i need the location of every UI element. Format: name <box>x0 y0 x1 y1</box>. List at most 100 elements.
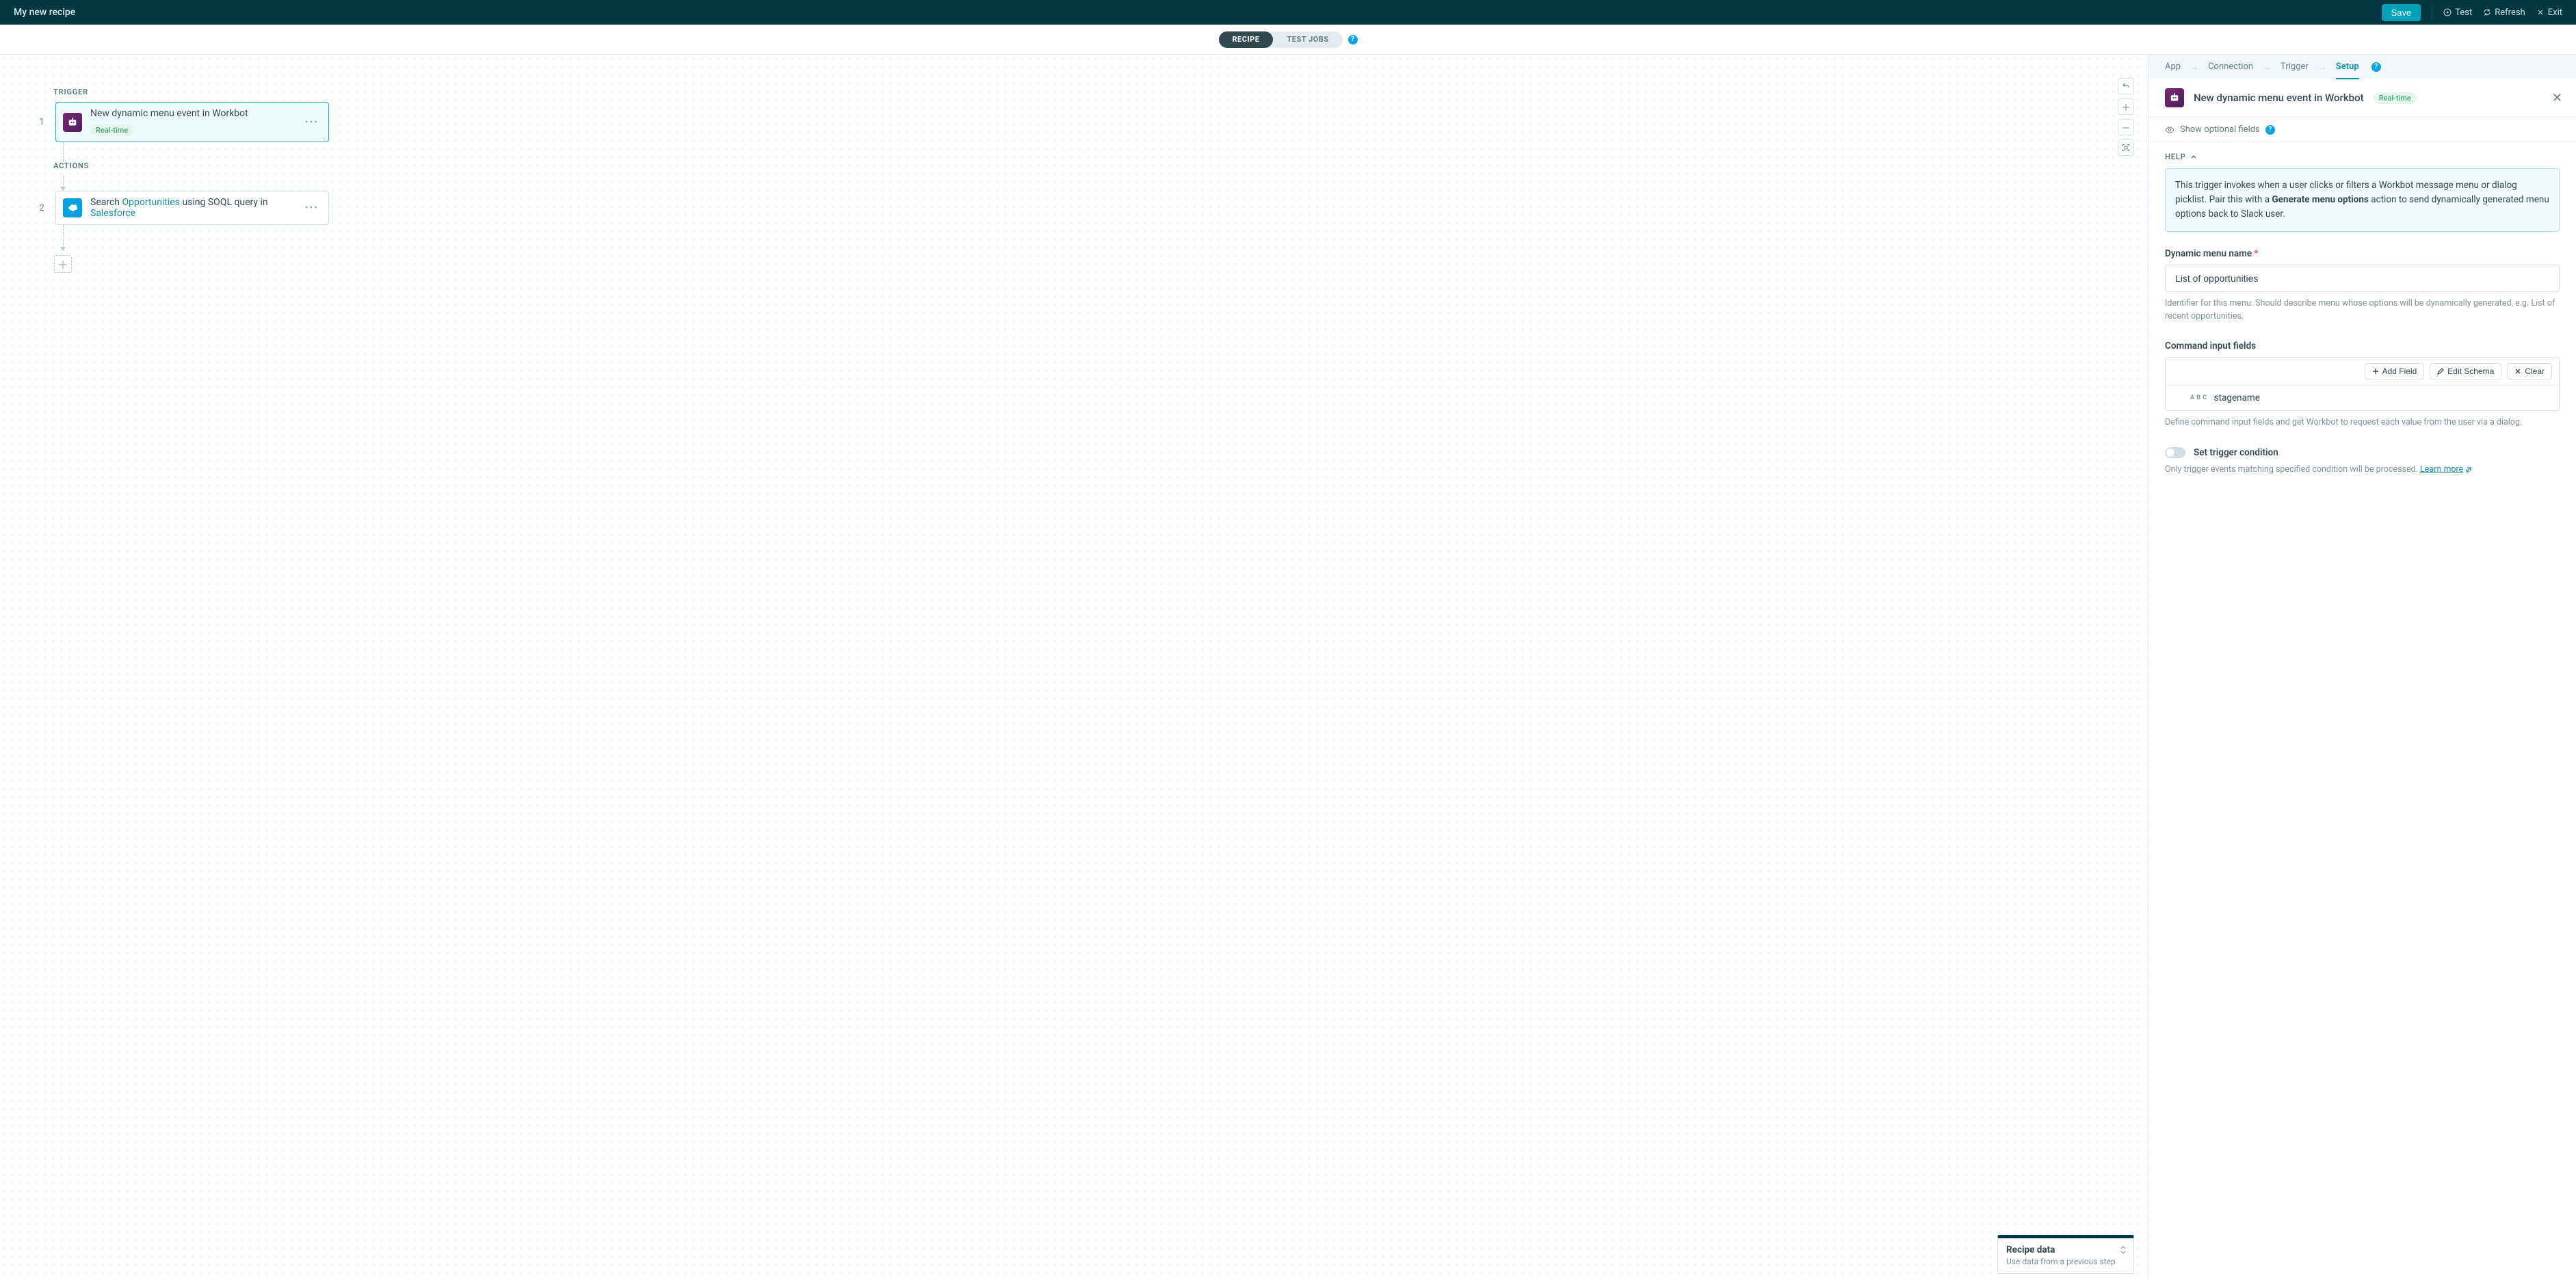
help-label: HELP <box>2165 152 2186 161</box>
crumb-setup[interactable]: Setup <box>2336 62 2359 79</box>
actions-section-label: ACTIONS <box>53 161 329 170</box>
connector <box>63 142 64 161</box>
recipe-data-subtitle: Use data from a previous step <box>2006 1257 2125 1266</box>
fit-button[interactable] <box>2118 139 2134 156</box>
add-field-label: Add Field <box>2382 366 2417 376</box>
recipe-data-panel[interactable]: Recipe data Use data from a previous ste… <box>1997 1235 2134 1274</box>
panel-header: New dynamic menu event in Workbot Real-t… <box>2148 79 2576 118</box>
action-step-card[interactable]: Search Opportunities using SOQL query in… <box>55 191 329 225</box>
helper-text: Define command input fields and get Work… <box>2165 416 2560 429</box>
trigger-step-title: New dynamic menu event in Workbot <box>90 108 248 119</box>
help-section-toggle[interactable]: HELP <box>2165 152 2560 161</box>
field-label: Command input fields <box>2165 341 2560 351</box>
flow: TRIGGER 1 New dynamic menu event in Work… <box>38 88 329 273</box>
add-step-button[interactable]: ＋ <box>54 255 72 273</box>
workbot-icon <box>2165 88 2184 107</box>
chevron-right-icon: → <box>2190 62 2198 72</box>
trigger-step-card[interactable]: New dynamic menu event in Workbot Real-t… <box>55 102 329 142</box>
command-field-item[interactable]: A B C stagename <box>2166 386 2559 410</box>
refresh-icon <box>2483 8 2491 16</box>
dyn-label: Dynamic menu name <box>2165 248 2252 259</box>
step-number-1: 1 <box>38 117 46 127</box>
help-card: This trigger invokes when a user clicks … <box>2165 168 2560 232</box>
test-label: Test <box>2455 8 2472 18</box>
command-input-fields: Command input fields Add Field Edit Sche… <box>2165 341 2560 429</box>
breadcrumb: App → Connection → Trigger → Setup ? <box>2148 55 2576 79</box>
clear-button[interactable]: Clear <box>2507 363 2552 379</box>
canvas-controls: ＋ － <box>2118 78 2134 156</box>
add-field-button[interactable]: Add Field <box>2365 363 2425 379</box>
field-name: stagename <box>2214 392 2260 403</box>
canvas: ＋ － TRIGGER 1 New dynamic menu event in … <box>0 55 2148 1280</box>
refresh-label: Refresh <box>2495 8 2525 18</box>
help-icon[interactable]: ? <box>2371 62 2381 72</box>
arrowhead-icon <box>60 247 66 251</box>
zoom-out-button[interactable]: － <box>2118 119 2134 135</box>
pill-tabs: RECIPE TEST JOBS <box>1219 31 1343 48</box>
command-fields-box: Add Field Edit Schema Clear A B C <box>2165 357 2560 411</box>
chevron-up-icon <box>2190 153 2197 160</box>
zoom-in-button[interactable]: ＋ <box>2118 98 2134 115</box>
connector <box>63 225 64 248</box>
step-menu-icon[interactable]: ••• <box>302 202 321 213</box>
pencil-icon <box>2437 368 2444 375</box>
close-icon <box>2536 8 2545 16</box>
edit-schema-button[interactable]: Edit Schema <box>2430 363 2501 379</box>
learn-more-label: Learn more <box>2420 464 2463 475</box>
trigger-step-text: New dynamic menu event in Workbot Real-t… <box>90 108 294 136</box>
trigger-section-label: TRIGGER <box>53 88 329 96</box>
crumb-trigger[interactable]: Trigger <box>2281 62 2309 72</box>
show-optional-label: Show optional fields <box>2180 124 2260 135</box>
clear-label: Clear <box>2525 366 2545 376</box>
tab-test-jobs[interactable]: TEST JOBS <box>1273 31 1342 48</box>
command-toolbar: Add Field Edit Schema Clear <box>2166 358 2559 386</box>
tab-bar: RECIPE TEST JOBS ? <box>0 25 2576 55</box>
main: ＋ － TRIGGER 1 New dynamic menu event in … <box>0 55 2576 1280</box>
panel-title: New dynamic menu event in Workbot <box>2194 92 2364 104</box>
close-panel-button[interactable]: ✕ <box>2552 91 2562 105</box>
top-header: My new recipe Save Test Refresh Exit <box>0 0 2576 25</box>
help-icon[interactable]: ? <box>1348 35 1358 44</box>
salesforce-icon <box>63 198 82 217</box>
action-prefix: Search <box>90 197 122 208</box>
expand-icon <box>2120 1245 2127 1257</box>
edit-schema-label: Edit Schema <box>2447 366 2494 376</box>
action-app: Salesforce <box>90 208 135 219</box>
crumb-connection[interactable]: Connection <box>2208 62 2253 72</box>
refresh-button[interactable]: Refresh <box>2483 8 2525 18</box>
panel-body: HELP This trigger invokes when a user cl… <box>2148 142 2576 511</box>
helper-text: Identifier for this menu. Should describ… <box>2165 297 2560 323</box>
helper-text: Only trigger events matching specified c… <box>2165 464 2560 477</box>
x-icon <box>2514 368 2521 375</box>
fit-icon <box>2122 144 2130 152</box>
undo-icon <box>2122 82 2130 90</box>
page-title: My new recipe <box>14 7 75 18</box>
learn-more-link[interactable]: Learn more <box>2420 464 2472 475</box>
field-type-icon: A B C <box>2190 395 2207 401</box>
trigger-condition-toggle[interactable] <box>2165 447 2185 458</box>
chevron-right-icon: → <box>2318 62 2326 72</box>
action-object: Opportunities <box>122 197 180 208</box>
dynamic-menu-name-field: Dynamic menu name* Identifier for this m… <box>2165 248 2560 323</box>
recipe-data-title: Recipe data <box>2006 1244 2125 1255</box>
realtime-badge: Real-time <box>90 124 133 136</box>
trigger-condition-label: Set trigger condition <box>2194 447 2278 458</box>
show-optional-fields[interactable]: Show optional fields ? <box>2148 118 2576 142</box>
right-panel: App → Connection → Trigger → Setup ? New… <box>2148 55 2576 1280</box>
required-indicator: * <box>2254 248 2258 259</box>
undo-button[interactable] <box>2118 78 2134 94</box>
save-button[interactable]: Save <box>2382 4 2421 21</box>
crumb-app[interactable]: App <box>2165 62 2181 72</box>
help-icon[interactable]: ? <box>2265 125 2275 135</box>
eye-icon <box>2165 125 2174 135</box>
chevron-right-icon: → <box>2263 62 2271 72</box>
field-label: Dynamic menu name* <box>2165 248 2560 259</box>
test-button[interactable]: Test <box>2443 8 2472 18</box>
tab-recipe[interactable]: RECIPE <box>1219 31 1274 48</box>
realtime-badge: Real-time <box>2374 92 2417 104</box>
cond-help-text: Only trigger events matching specified c… <box>2165 464 2420 475</box>
step-menu-icon[interactable]: ••• <box>302 117 321 128</box>
exit-button[interactable]: Exit <box>2536 8 2562 18</box>
exit-label: Exit <box>2548 8 2562 18</box>
dynamic-menu-name-input[interactable] <box>2165 265 2560 292</box>
